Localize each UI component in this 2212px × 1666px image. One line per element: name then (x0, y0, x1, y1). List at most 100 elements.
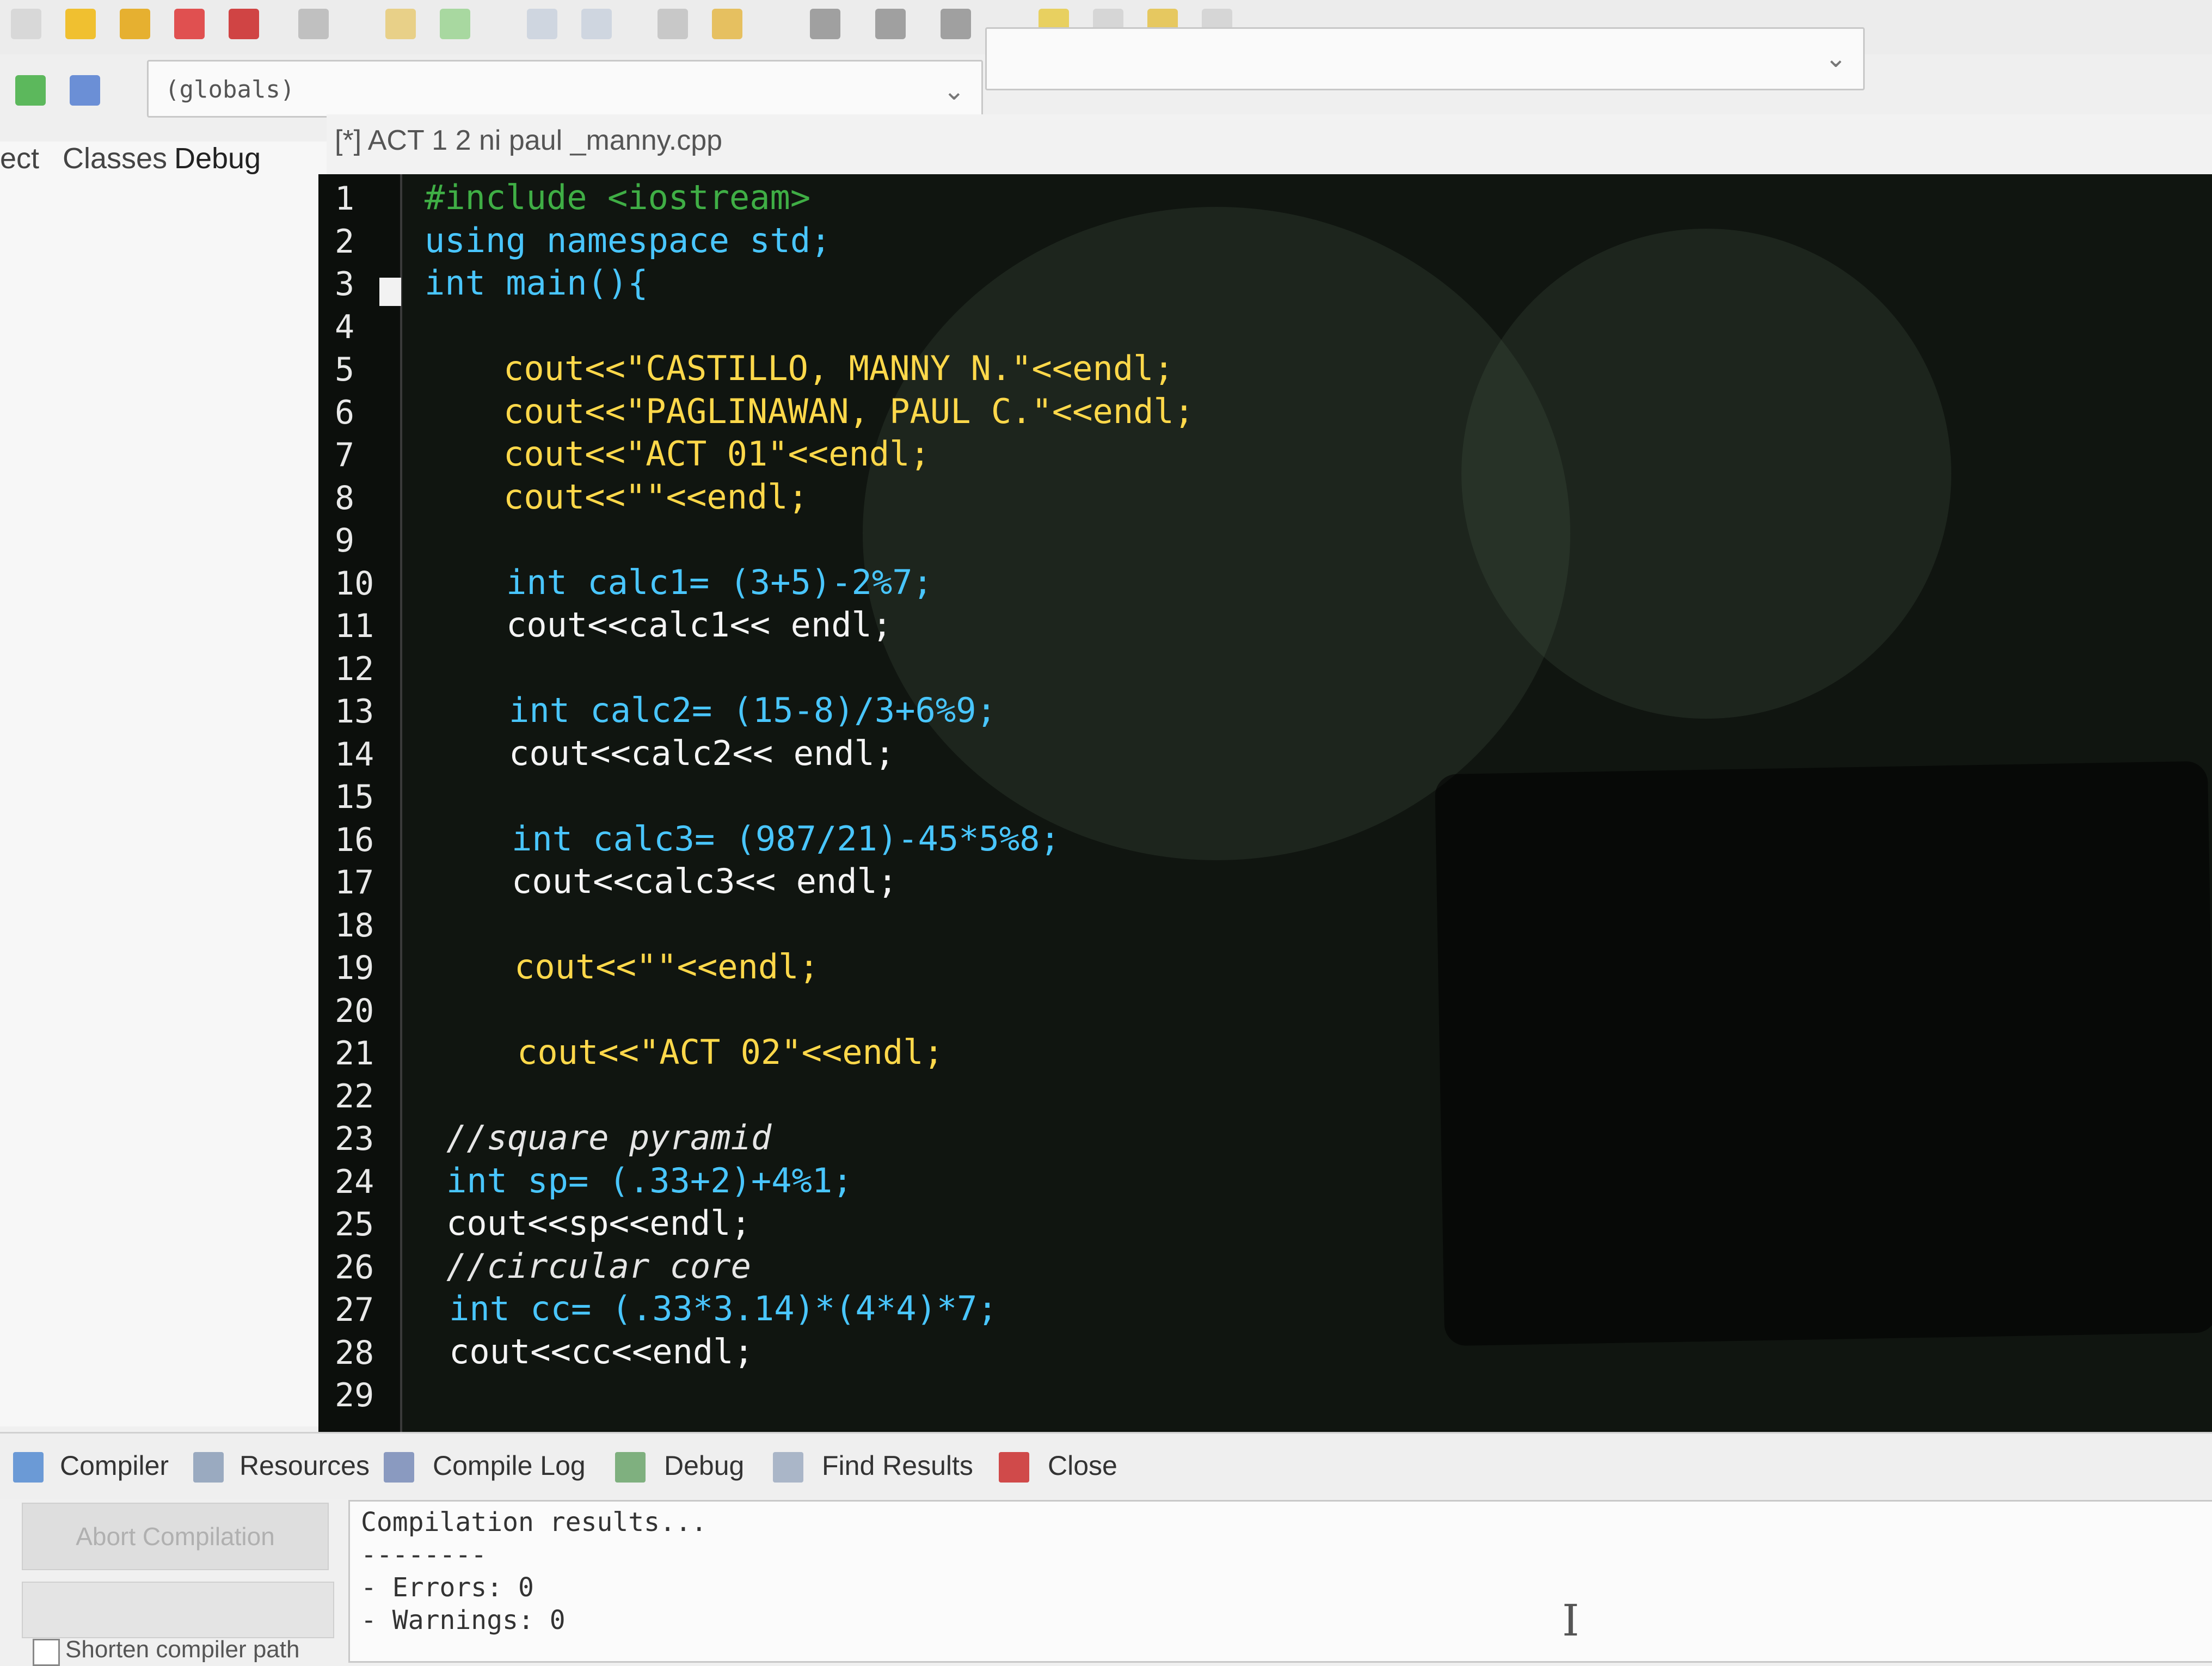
code-line: cout<<"CASTILLO, MANNY N."<<endl; (503, 348, 1174, 388)
indent-icon (658, 9, 688, 39)
debug-button[interactable] (936, 4, 975, 44)
line-number: 22 (335, 1077, 374, 1116)
bottom-tab-bar: Compiler Resources Compile Log Debug Fin… (0, 1432, 2212, 1499)
line-number: 24 (335, 1162, 374, 1201)
compile-progress-bar (22, 1582, 334, 1638)
code-line: int main(){ (425, 263, 648, 303)
abort-compilation-button[interactable]: Abort Compilation (22, 1503, 329, 1570)
code-line: cout<<calc3<< endl; (512, 861, 898, 901)
compile-button[interactable] (806, 4, 845, 44)
line-number: 16 (335, 820, 374, 859)
print-button[interactable] (294, 4, 333, 44)
replace-icon (581, 9, 612, 39)
tab-compile-log[interactable]: Compile Log (433, 1450, 586, 1481)
code-line: int cc= (.33*3.14)*(4*4)*7; (449, 1289, 998, 1328)
compile-log-output[interactable]: Compilation results... -------- - Errors… (348, 1500, 2212, 1663)
close-file-button[interactable] (170, 4, 209, 44)
line-number: 23 (335, 1120, 374, 1158)
new-file-icon (11, 9, 41, 39)
function-combo[interactable]: ⌄ (985, 27, 1865, 90)
reflection-person-right (1461, 229, 1951, 719)
code-line: cout<<"ACT 02"<<endl; (517, 1032, 944, 1072)
tab-classes[interactable]: Classes (63, 142, 167, 175)
line-number: 20 (335, 991, 374, 1030)
replace-button[interactable] (577, 4, 616, 44)
line-number: 12 (335, 650, 374, 688)
globals-combo[interactable]: (globals) ⌄ (147, 60, 983, 118)
line-number: 6 (335, 393, 355, 432)
line-number: 11 (335, 607, 374, 645)
compile-icon (810, 9, 840, 39)
resources-icon (193, 1452, 224, 1483)
tab-debug-bottom[interactable]: Debug (664, 1450, 744, 1481)
line-number: 1 (335, 180, 355, 218)
project-panel (0, 142, 328, 1426)
line-number: 26 (335, 1248, 374, 1287)
code-line: using namespace std; (425, 220, 831, 260)
code-line: cout<<calc2<< endl; (509, 733, 895, 773)
tab-project[interactable]: ect (0, 142, 39, 175)
line-number: 15 (335, 778, 374, 816)
line-number: 2 (335, 222, 355, 261)
debug-check-icon (615, 1452, 646, 1483)
code-line: cout<<""<<endl; (503, 476, 808, 517)
unindent-icon (712, 9, 742, 39)
line-number: 25 (335, 1205, 374, 1244)
save-all-icon (120, 9, 150, 39)
save-icon (65, 9, 96, 39)
line-number: 13 (335, 693, 374, 731)
line-number: 21 (335, 1034, 374, 1073)
add-button[interactable] (11, 71, 50, 110)
bookmark-button[interactable] (65, 71, 105, 110)
close-all-button[interactable] (224, 4, 263, 44)
redo-icon (440, 9, 470, 39)
code-line: cout<<""<<endl; (514, 947, 819, 987)
compiler-icon (13, 1452, 44, 1483)
save-button[interactable] (61, 4, 100, 44)
tab-find-results[interactable]: Find Results (822, 1450, 973, 1481)
save-all-button[interactable] (115, 4, 155, 44)
redo-button[interactable] (435, 4, 475, 44)
undo-button[interactable] (381, 4, 420, 44)
line-number: 10 (335, 564, 374, 603)
line-number: 5 (335, 351, 355, 389)
code-line: int sp= (.33+2)+4%1; (446, 1160, 853, 1200)
left-panel-tabs: ect Classes Debug (0, 131, 327, 185)
code-line: int calc2= (15-8)/3+6%9; (509, 690, 997, 730)
close-icon (999, 1452, 1029, 1483)
find-button[interactable] (523, 4, 562, 44)
print-icon (298, 9, 329, 39)
run-button[interactable] (871, 4, 910, 44)
indent-button[interactable] (653, 4, 692, 44)
line-number: 19 (335, 949, 374, 987)
reflection-phone (1434, 761, 2212, 1346)
tab-resources[interactable]: Resources (239, 1450, 370, 1481)
unindent-button[interactable] (708, 4, 747, 44)
line-number: 3 (335, 265, 355, 303)
code-line: int calc3= (987/21)-45*5%8; (512, 818, 1060, 859)
code-line: cout<<cc<<endl; (449, 1331, 754, 1371)
code-line: cout<<sp<<endl; (446, 1203, 751, 1243)
output-line: Compilation results... (361, 1507, 707, 1538)
tab-compiler[interactable]: Compiler (60, 1450, 169, 1481)
bookmark-icon (70, 75, 100, 106)
tab-close[interactable]: Close (1048, 1450, 1117, 1481)
code-line: //circular core (446, 1246, 751, 1286)
code-line: cout<<"ACT 01"<<endl; (503, 434, 930, 474)
line-number: 7 (335, 436, 355, 474)
line-number: 8 (335, 479, 355, 517)
code-line: #include <iostream> (425, 177, 811, 217)
code-line: //square pyramid (446, 1118, 772, 1157)
tab-debug[interactable]: Debug (174, 142, 261, 175)
line-number: 14 (335, 735, 374, 774)
code-editor[interactable]: 1 2 3 4 5 6 7 8 9 10 11 12 13 14 15 16 17 18 19 20 21 22 23 24 2… (318, 174, 2212, 1432)
line-number: 18 (335, 906, 374, 945)
new-file-button[interactable] (7, 4, 46, 44)
globals-combo-value: (globals) (165, 76, 295, 103)
line-number: 4 (335, 308, 355, 346)
code-line: int calc1= (3+5)-2%7; (506, 562, 933, 602)
line-number: 9 (335, 522, 355, 560)
shorten-path-checkbox[interactable] (33, 1639, 60, 1666)
line-number: 27 (335, 1291, 374, 1329)
file-tab[interactable]: [*] ACT 1 2 ni paul _manny.cpp (335, 124, 722, 157)
